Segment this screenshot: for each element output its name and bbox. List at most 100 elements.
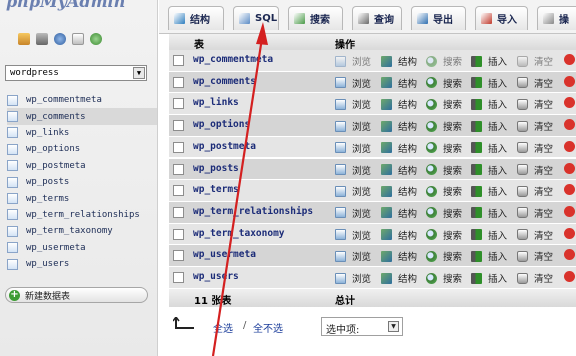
database-select[interactable]: wordpress ▼ (5, 65, 147, 81)
search-action[interactable]: 搜索 (426, 97, 462, 111)
drop-action[interactable] (564, 184, 576, 196)
sidebar-item-label[interactable]: wp_term_taxonomy (26, 226, 113, 236)
drop-icon[interactable] (564, 271, 575, 282)
insert-action[interactable]: 插入 (471, 206, 507, 220)
sidebar-item-label[interactable]: wp_terms (26, 194, 69, 204)
insert-action[interactable]: 插入 (471, 249, 507, 263)
help-icon[interactable] (54, 33, 66, 45)
insert-action[interactable]: 插入 (471, 76, 507, 90)
row-checkbox[interactable] (173, 76, 184, 88)
table-name-link[interactable]: wp_links (193, 97, 239, 108)
sidebar-item-label[interactable]: wp_options (26, 144, 80, 154)
tab-2[interactable]: 搜索 (288, 6, 343, 30)
sidebar-item-wp_posts[interactable]: wp_posts (7, 174, 157, 190)
table-name-link[interactable]: wp_terms (193, 184, 239, 195)
drop-icon[interactable] (564, 227, 575, 239)
row-checkbox[interactable] (173, 141, 184, 153)
structure-action[interactable]: 结构 (381, 141, 417, 155)
search-action[interactable]: 搜索 (426, 228, 462, 242)
structure-action[interactable]: 结构 (381, 184, 417, 198)
row-checkbox[interactable] (173, 185, 184, 197)
select-all-link[interactable]: 全选 (213, 320, 233, 335)
home-icon[interactable] (18, 33, 30, 45)
row-checkbox[interactable] (173, 120, 184, 132)
header-table-column[interactable]: 表 (194, 36, 204, 51)
search-action[interactable]: 搜索 (426, 54, 462, 68)
tab-1[interactable]: SQL (233, 6, 279, 30)
search-action[interactable]: 搜索 (426, 76, 462, 90)
table-icon[interactable] (7, 225, 18, 237)
search-action[interactable]: 搜索 (426, 184, 462, 198)
insert-action[interactable]: 插入 (471, 228, 507, 242)
structure-action[interactable]: 结构 (381, 228, 417, 242)
table-icon[interactable] (7, 193, 18, 205)
drop-icon[interactable] (564, 97, 575, 109)
row-checkbox[interactable] (173, 55, 184, 66)
empty-action[interactable]: 清空 (517, 76, 553, 90)
empty-action[interactable]: 清空 (517, 228, 553, 242)
row-checkbox[interactable] (173, 228, 184, 240)
row-checkbox[interactable] (173, 98, 184, 110)
empty-action[interactable]: 清空 (517, 163, 553, 177)
sidebar-item-wp_term_relationships[interactable]: wp_term_relationships (7, 207, 157, 223)
drop-action[interactable] (564, 119, 576, 131)
table-icon[interactable] (7, 94, 18, 106)
browse-action[interactable]: 浏览 (335, 206, 371, 220)
drop-action[interactable] (564, 97, 576, 109)
drop-icon[interactable] (564, 205, 575, 217)
browse-action[interactable]: 浏览 (335, 249, 371, 263)
sidebar-item-wp_terms[interactable]: wp_terms (7, 190, 157, 206)
search-action[interactable]: 搜索 (426, 119, 462, 133)
drop-action[interactable] (564, 249, 576, 261)
browse-action[interactable]: 浏览 (335, 163, 371, 177)
sidebar-item-label[interactable]: wp_links (26, 128, 69, 138)
structure-action[interactable]: 结构 (381, 119, 417, 133)
table-icon[interactable] (7, 242, 18, 254)
table-icon[interactable] (7, 160, 18, 172)
sidebar-item-wp_commentmeta[interactable]: wp_commentmeta (7, 92, 157, 108)
tab-0[interactable]: 结构 (168, 6, 224, 30)
sidebar-item-label[interactable]: wp_commentmeta (26, 95, 102, 105)
search-action[interactable]: 搜索 (426, 141, 462, 155)
insert-action[interactable]: 插入 (471, 119, 507, 133)
row-checkbox[interactable] (173, 163, 184, 175)
row-checkbox[interactable] (173, 250, 184, 262)
structure-action[interactable]: 结构 (381, 271, 417, 285)
tab-6[interactable]: 操 (537, 6, 576, 30)
empty-action[interactable]: 清空 (517, 271, 553, 285)
table-icon[interactable] (7, 176, 18, 188)
table-name-link[interactable]: wp_term_taxonomy (193, 228, 285, 239)
unselect-all-link[interactable]: 全不选 (253, 320, 283, 335)
tab-4[interactable]: 导出 (411, 6, 466, 30)
browse-action[interactable]: 浏览 (335, 76, 371, 90)
table-name-link[interactable]: wp_users (193, 271, 239, 282)
search-action[interactable]: 搜索 (426, 249, 462, 263)
insert-action[interactable]: 插入 (471, 54, 507, 68)
drop-action[interactable] (564, 54, 576, 65)
browse-action[interactable]: 浏览 (335, 271, 371, 285)
table-name-link[interactable]: wp_posts (193, 163, 239, 174)
structure-action[interactable]: 结构 (381, 206, 417, 220)
table-icon[interactable] (7, 143, 18, 155)
table-name-link[interactable]: wp_options (193, 119, 250, 130)
new-table-button[interactable]: + 新建数据表 (5, 287, 148, 303)
drop-icon[interactable] (564, 249, 575, 261)
sidebar-item-label[interactable]: wp_posts (26, 177, 69, 187)
drop-action[interactable] (564, 162, 576, 174)
drop-icon[interactable] (564, 162, 575, 174)
structure-action[interactable]: 结构 (381, 76, 417, 90)
sidebar-item-label[interactable]: wp_comments (26, 112, 86, 122)
sidebar-item-label[interactable]: wp_postmeta (26, 161, 86, 171)
chevron-down-icon[interactable]: ▼ (388, 321, 399, 332)
empty-action[interactable]: 清空 (517, 249, 553, 263)
table-icon[interactable] (7, 127, 18, 139)
table-name-link[interactable]: wp_comments (193, 76, 256, 87)
sidebar-item-wp_comments[interactable]: wp_comments (7, 108, 157, 125)
sidebar-item-wp_usermeta[interactable]: wp_usermeta (7, 240, 157, 256)
insert-action[interactable]: 插入 (471, 141, 507, 155)
empty-action[interactable]: 清空 (517, 54, 553, 68)
browse-action[interactable]: 浏览 (335, 141, 371, 155)
sidebar-item-wp_links[interactable]: wp_links (7, 125, 157, 141)
structure-action[interactable]: 结构 (381, 249, 417, 263)
row-checkbox[interactable] (173, 206, 184, 218)
